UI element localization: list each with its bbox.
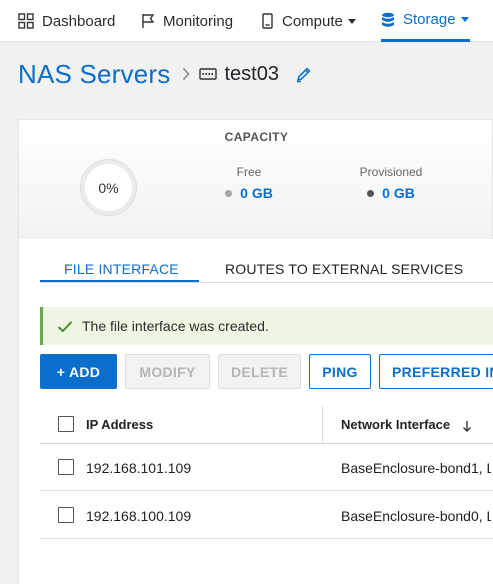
checkmark-icon [57,320,73,333]
modify-button[interactable]: MODIFY [125,354,210,389]
tab-routes-external-services[interactable]: ROUTES TO EXTERNAL SERVICES [225,261,463,277]
column-network-interface: Network Interface [341,417,451,432]
capacity-card: CAPACITY 0% Free 0 GB Provisioned 0 GB [18,119,493,239]
delete-button[interactable]: DELETE [218,354,301,389]
page-title[interactable]: NAS Servers [18,59,170,90]
select-all-checkbox[interactable] [58,416,74,432]
provisioned-stat: Provisioned 0 GB [341,165,441,201]
tab-divider [40,282,493,283]
row-checkbox[interactable] [58,507,74,523]
alert-message: The file interface was created. [82,318,269,334]
breadcrumb-current: test03 [224,62,279,85]
nav-compute[interactable]: Compute [261,0,356,42]
row-checkbox[interactable] [58,459,74,475]
dashboard-icon [18,13,34,29]
pencil-icon[interactable] [295,66,312,83]
column-network-interface-wrap[interactable]: Network Interface [341,417,472,432]
provisioned-dot-icon [367,189,375,197]
nav-monitoring-label: Monitoring [163,12,234,30]
row-network-interface: BaseEnclosure-bond1, Li [341,460,491,476]
nas-server-icon [199,67,218,81]
table-row[interactable]: 192.168.100.109 BaseEnclosure-bond0, Li [40,492,493,539]
free-value: 0 GB [240,185,273,201]
sort-down-arrow-icon[interactable] [462,420,472,432]
row-network-interface: BaseEnclosure-bond0, Li [341,508,491,524]
flag-icon [141,13,155,29]
chevron-down-icon [347,18,356,24]
capacity-percent: 0% [98,179,119,196]
ping-button[interactable]: PING [309,354,371,389]
nav-compute-label: Compute [282,12,343,30]
storage-icon [381,12,395,28]
preferred-interface-button[interactable]: PREFERRED INTERFACE [379,354,493,389]
tab-file-interface[interactable]: FILE INTERFACE [64,261,179,277]
provisioned-label: Provisioned [359,165,423,179]
nav-storage[interactable]: Storage [381,0,470,42]
nav-storage-label: Storage [403,11,456,28]
tab-bar: FILE INTERFACE ROUTES TO EXTERNAL SERVIC… [19,239,493,283]
row-ip-address: 192.168.101.109 [86,460,192,476]
chevron-right-icon [182,67,191,81]
capacity-title: CAPACITY [224,130,289,144]
chevron-down-icon [460,17,469,22]
provisioned-value: 0 GB [382,185,415,201]
table-header: IP Address Network Interface [40,405,493,444]
add-button[interactable]: + ADD [40,354,117,389]
compute-icon [261,13,274,29]
nav-monitoring[interactable]: Monitoring [141,0,233,42]
capacity-donut: 0% [80,159,137,216]
free-stat: Free 0 GB [209,165,289,201]
row-ip-address: 192.168.100.109 [86,508,192,524]
top-navigation: Dashboard Monitoring Compute Storage [0,0,493,42]
free-dot-icon [225,189,233,197]
main-panel: FILE INTERFACE ROUTES TO EXTERNAL SERVIC… [18,239,493,584]
success-alert: The file interface was created. [40,307,493,345]
free-label: Free [236,165,262,179]
column-ip-address[interactable]: IP Address [86,417,153,432]
table-row[interactable]: 192.168.101.109 BaseEnclosure-bond1, Li [40,444,493,491]
breadcrumb: NAS Servers test03 [18,57,312,91]
nav-dashboard[interactable]: Dashboard [18,0,115,42]
column-divider [322,406,323,444]
nav-dashboard-label: Dashboard [42,12,116,30]
